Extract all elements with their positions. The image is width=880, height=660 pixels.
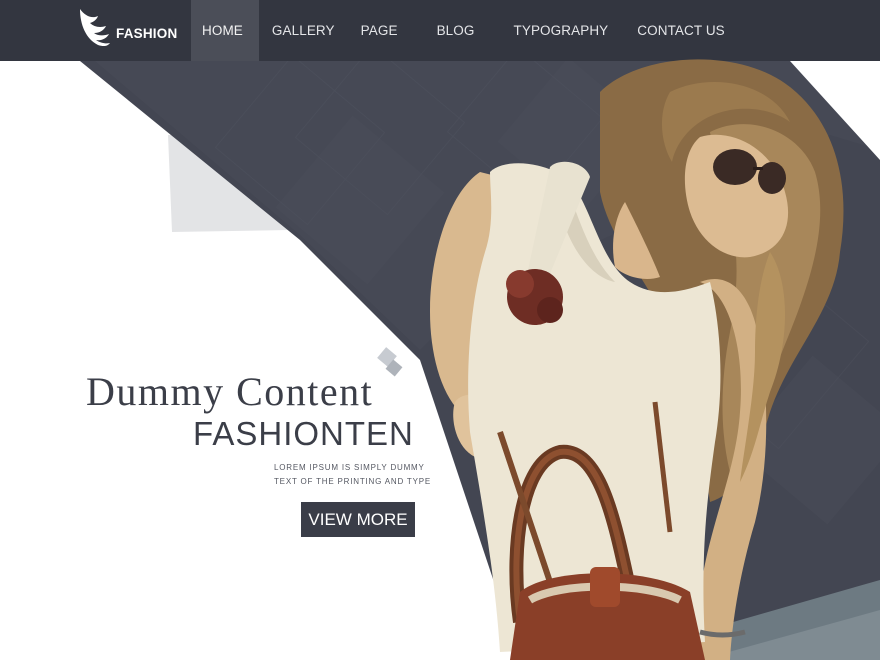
brand-name: FASHION — [116, 25, 178, 41]
brand-logo[interactable]: FASHION — [76, 4, 177, 54]
hero-description: LOREM IPSUM IS SIMPLY DUMMY TEXT OF THE … — [274, 461, 464, 489]
nav-item-gallery[interactable]: GALLERY — [259, 0, 348, 61]
wing-icon — [80, 9, 110, 47]
hero-subtitle: FASHIONTEN — [193, 415, 414, 452]
hero-description-line-2: TEXT OF THE PRINTING AND TYPE — [274, 477, 432, 486]
nav-item-home[interactable]: HOME — [191, 0, 259, 61]
hero-title: Dummy Content — [86, 369, 374, 414]
hero-description-line-1: LOREM IPSUM IS SIMPLY DUMMY — [274, 463, 425, 472]
hero-model-image — [430, 59, 844, 660]
view-more-button[interactable]: VIEW MORE — [301, 502, 415, 537]
